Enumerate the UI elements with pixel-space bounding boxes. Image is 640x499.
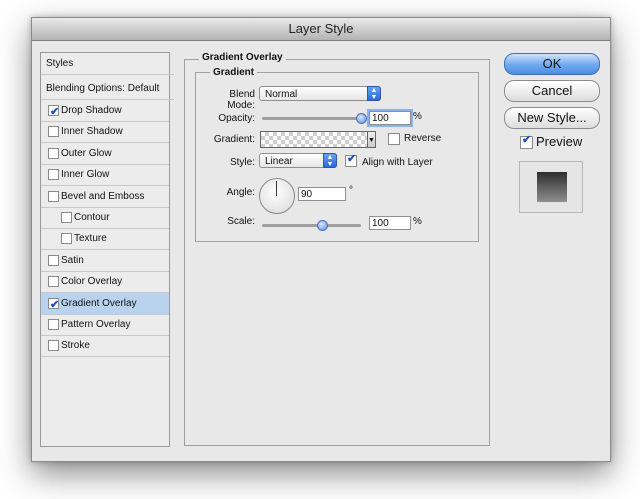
scale-input[interactable]: 100	[369, 216, 411, 230]
styles-item-stroke[interactable]: Stroke	[41, 335, 169, 358]
angle-label: Angle:	[226, 187, 255, 198]
opacity-slider-track[interactable]	[262, 117, 366, 120]
angle-input[interactable]: 90	[298, 187, 346, 201]
scale-slider-thumb[interactable]	[317, 220, 328, 231]
styles-item-label: Texture	[74, 233, 107, 245]
preview-square	[537, 172, 567, 202]
styles-item-label: Bevel and Emboss	[61, 190, 145, 202]
blend-mode-dropdown-icon: ▲ ▼	[367, 86, 381, 101]
styles-list: Styles Blending Options: Default ✔ Drop S…	[40, 52, 174, 447]
styles-item-color-overlay[interactable]: Color Overlay	[41, 271, 169, 294]
scale-slider-track[interactable]	[262, 224, 361, 227]
align-with-layer-checkbox[interactable]: ✔	[345, 153, 357, 167]
blending-options-label: Blending Options: Default	[46, 83, 160, 94]
opacity-input[interactable]: 100	[369, 111, 411, 125]
preview-checkbox[interactable]: ✔	[520, 134, 533, 149]
reverse-checkbox[interactable]	[388, 133, 400, 145]
preview-label: Preview	[536, 134, 583, 149]
angle-dial[interactable]	[259, 178, 295, 214]
styles-item-checkbox[interactable]	[61, 233, 72, 245]
styles-item-label: Pattern Overlay	[61, 319, 131, 330]
styles-item-texture[interactable]: Texture	[41, 228, 169, 251]
styles-item-drop-shadow[interactable]: ✔ Drop Shadow	[41, 100, 169, 122]
styles-item-gradient-overlay[interactable]: ✔ Gradient Overlay	[41, 292, 169, 315]
styles-item-checkbox[interactable]	[48, 319, 59, 330]
preview-thumbnail	[519, 161, 583, 213]
styles-header[interactable]: Styles	[41, 53, 174, 75]
styles-item-checkbox[interactable]	[48, 169, 59, 181]
styles-item-checkbox[interactable]	[48, 147, 59, 159]
styles-item-checkbox[interactable]	[61, 212, 72, 223]
checkmark-icon: ✔	[50, 298, 60, 311]
styles-item-checkbox[interactable]	[48, 254, 59, 266]
styles-item-checkbox[interactable]: ✔	[48, 297, 59, 311]
checkmark-icon: ✔	[50, 106, 60, 118]
styles-item-checkbox[interactable]	[48, 276, 59, 288]
styles-item-checkbox[interactable]	[48, 126, 59, 138]
styles-item-satin[interactable]: Satin	[41, 250, 169, 272]
styles-item-pattern-overlay[interactable]: Pattern Overlay	[41, 314, 169, 336]
styles-item-label: Outer Glow	[61, 147, 112, 159]
opacity-slider-thumb[interactable]	[356, 113, 367, 124]
blend-mode-select[interactable]: Normal ▲ ▼	[259, 86, 381, 101]
styles-item-label: Stroke	[61, 340, 90, 352]
blending-options-item[interactable]: Blending Options: Default	[41, 78, 174, 100]
styles-item-bevel-and-emboss[interactable]: Bevel and Emboss	[41, 186, 169, 208]
styles-item-inner-shadow[interactable]: Inner Shadow	[41, 121, 169, 144]
gradient-overlay-title: Gradient Overlay	[199, 52, 286, 63]
gradient-label: Gradient:	[213, 134, 255, 145]
scale-unit: %	[413, 216, 422, 227]
style-value: Linear	[265, 156, 293, 167]
gradient-subgroup-title: Gradient	[210, 67, 258, 78]
styles-item-label: Drop Shadow	[61, 105, 122, 116]
styles-item-label: Inner Shadow	[61, 126, 123, 138]
opacity-label: Opacity:	[218, 113, 255, 124]
window-title: Layer Style	[32, 18, 610, 41]
styles-item-inner-glow[interactable]: Inner Glow	[41, 164, 169, 187]
style-label: Style:	[229, 157, 255, 168]
opacity-unit: %	[413, 111, 422, 122]
gradient-dropdown-icon[interactable]: ▼	[367, 131, 376, 148]
blend-mode-value: Normal	[265, 89, 298, 100]
angle-unit: °	[349, 185, 353, 196]
scale-label: Scale:	[227, 216, 255, 227]
blend-mode-label: Blend Mode:	[227, 89, 255, 111]
styles-item-checkbox[interactable]	[48, 190, 59, 202]
style-dropdown-icon: ▲ ▼	[323, 153, 337, 168]
styles-header-label: Styles	[46, 58, 74, 69]
angle-needle	[276, 181, 277, 196]
styles-item-label: Gradient Overlay	[61, 297, 137, 309]
align-checkmark-icon: ✔	[347, 153, 357, 165]
align-with-layer-label: Align with Layer	[362, 157, 433, 168]
style-select[interactable]: Linear ▲ ▼	[259, 153, 337, 168]
styles-item-outer-glow[interactable]: Outer Glow	[41, 143, 169, 165]
ok-button[interactable]: OK	[504, 53, 600, 75]
styles-item-contour[interactable]: Contour	[41, 207, 169, 229]
styles-item-label: Satin	[61, 254, 84, 266]
preview-checkmark-icon: ✔	[522, 134, 532, 146]
new-style-button[interactable]: New Style...	[504, 107, 600, 129]
reverse-label: Reverse	[404, 133, 442, 144]
styles-item-checkbox[interactable]	[48, 340, 59, 352]
gradient-swatch[interactable]	[260, 131, 370, 148]
styles-item-checkbox[interactable]: ✔	[48, 105, 59, 118]
cancel-button[interactable]: Cancel	[504, 80, 600, 102]
styles-item-label: Contour	[74, 212, 110, 223]
styles-item-label: Inner Glow	[61, 169, 110, 181]
styles-item-label: Color Overlay	[61, 276, 123, 288]
